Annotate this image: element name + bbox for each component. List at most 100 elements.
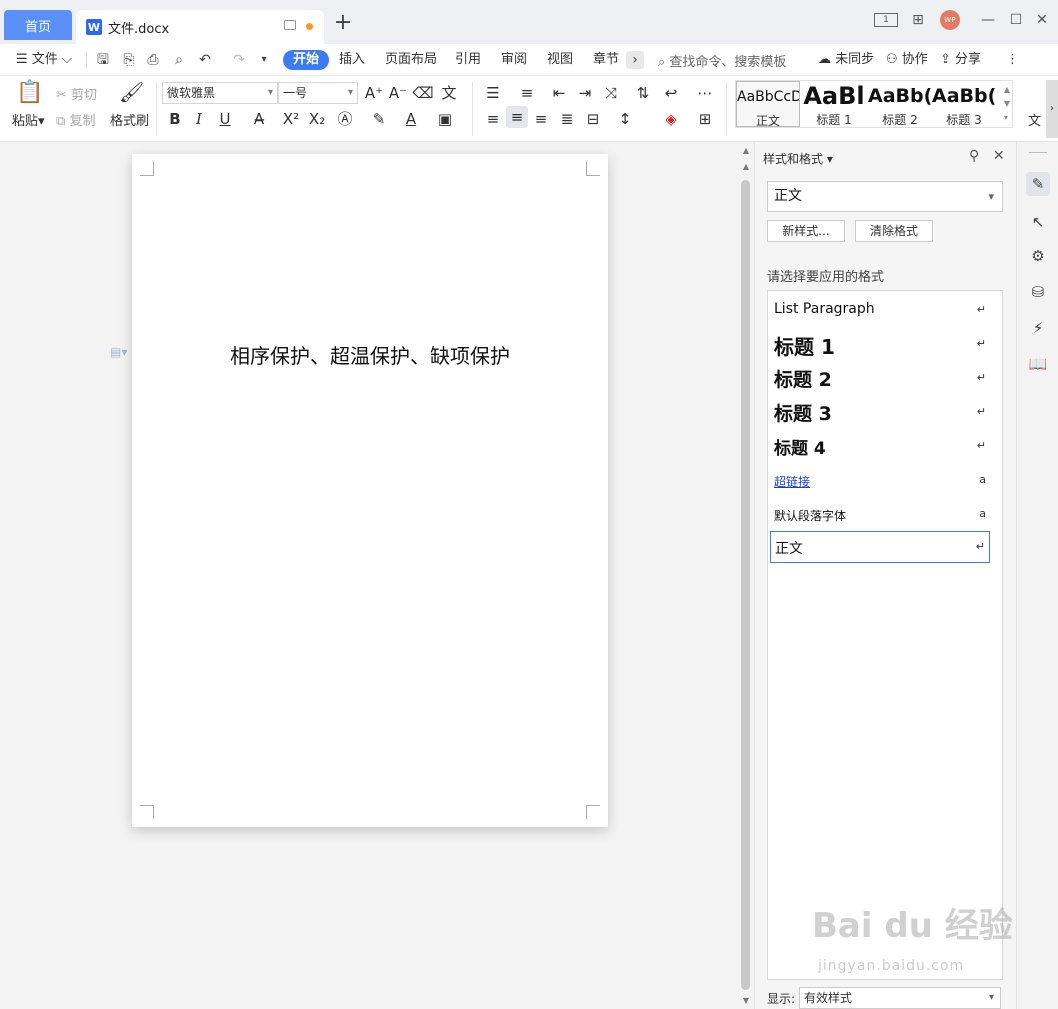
list-item[interactable]: 正文 ↵ (770, 531, 990, 563)
tab-stops-icon[interactable]: ⋯ (694, 82, 716, 104)
copy-button[interactable]: ⧉ 复制 (56, 110, 95, 129)
show-filter-select[interactable]: 有效样式 (799, 987, 1001, 1009)
subscript-icon[interactable]: X₂ (306, 108, 328, 130)
format-painter-button[interactable]: 格式刷 (110, 110, 149, 129)
maximize-icon[interactable]: ☐ (1008, 10, 1024, 30)
style-gallery-item[interactable]: AaBbCcDd 正文 (736, 81, 800, 127)
document-page[interactable]: 相序保护、超温保护、缺项保护 (132, 154, 608, 827)
style-pen-icon[interactable]: ✎ (1026, 172, 1050, 196)
style-gallery-item[interactable]: AaBl 标题 1 (802, 81, 866, 127)
paste-button[interactable]: 粘贴▾ (12, 110, 45, 129)
align-left-icon[interactable]: ≡ (482, 108, 504, 130)
avatar[interactable]: WP (940, 10, 960, 30)
numbered-list-icon[interactable]: ≡ (516, 82, 538, 104)
strikethrough-icon[interactable]: A̶ (248, 108, 270, 130)
list-item[interactable]: 标题 2 ↵ (770, 363, 990, 397)
ribbon-scroll-right-icon[interactable]: › (1046, 80, 1058, 138)
list-item[interactable]: List Paragraph ↵ (770, 295, 990, 327)
more-tabs-chevron-icon[interactable]: › (626, 51, 644, 69)
gallery-scroll-icon[interactable]: ▲ ▼ ▾ (1004, 83, 1010, 125)
increase-indent-icon[interactable]: ⇥ (574, 82, 596, 104)
print-icon[interactable]: ⎙ (144, 51, 162, 69)
energy-icon[interactable]: ⚡ (1026, 316, 1050, 340)
bold-icon[interactable]: B (164, 108, 186, 130)
close-window-icon[interactable]: ✕ (1034, 10, 1050, 30)
decrease-indent-icon[interactable]: ⇤ (548, 82, 570, 104)
export-pdf-icon[interactable]: ⎘ (120, 51, 138, 69)
justify-icon[interactable]: ≣ (556, 108, 578, 130)
new-style-button[interactable]: 新样式... (767, 220, 845, 242)
distributed-align-icon[interactable]: ⊟ (582, 108, 604, 130)
increase-font-icon[interactable]: A⁺ (363, 82, 385, 104)
list-item[interactable]: 标题 3 ↵ (770, 397, 990, 431)
show-marks-icon[interactable]: ↩ (660, 82, 682, 104)
print-preview-icon[interactable]: ⌕ (170, 51, 188, 69)
command-search[interactable]: ⌕ 查找命令、搜索模板 (658, 51, 786, 70)
list-item[interactable]: 标题 1 ↵ (770, 329, 990, 363)
scroll-down-icon[interactable]: ▼ (741, 996, 751, 1005)
file-menu[interactable]: ☰ 文件 ⌵ (16, 51, 72, 69)
tab-view[interactable]: 视图 (547, 51, 573, 69)
window-layout-icon[interactable]: 1 (874, 13, 898, 27)
character-border-icon[interactable]: ▣ (434, 108, 456, 130)
current-style-select[interactable]: 正文 (767, 181, 1003, 212)
select-cursor-icon[interactable]: ↖ (1026, 210, 1050, 234)
tab-references[interactable]: 引用 (455, 51, 481, 69)
decrease-font-icon[interactable]: A⁻ (387, 82, 409, 104)
more-options-icon[interactable]: ⋮ (1006, 51, 1019, 69)
clear-format-eraser-icon[interactable]: ⌫ (412, 82, 434, 104)
pin-icon[interactable]: ⚲ (969, 148, 979, 164)
tab-review[interactable]: 审阅 (501, 51, 527, 69)
font-color-icon[interactable]: A (400, 108, 422, 130)
italic-icon[interactable]: I (188, 108, 210, 130)
text-effect-icon[interactable]: Ⓐ (334, 108, 356, 130)
settings-sliders-icon[interactable]: ⚙ (1026, 244, 1050, 268)
list-item[interactable]: 超链接 a (770, 465, 990, 497)
tab-page-layout[interactable]: 页面布局 (385, 51, 437, 69)
undo-icon[interactable]: ↶ (196, 51, 214, 69)
chinese-layout-icon[interactable]: ⤨ (600, 82, 622, 104)
superscript-icon[interactable]: X² (280, 108, 302, 130)
clear-format-button[interactable]: 清除格式 (855, 220, 933, 242)
scroll-up-icon[interactable]: ▲ (741, 146, 751, 155)
line-spacing-icon[interactable]: ↕ (614, 108, 636, 130)
tab-insert[interactable]: 插入 (339, 51, 365, 69)
redo-icon[interactable]: ↷ (230, 51, 248, 69)
tab-start[interactable]: 开始 (283, 50, 330, 70)
format-painter-icon[interactable]: 🖌 (119, 80, 144, 104)
collaborate-button[interactable]: ⚇ 协作 (886, 51, 928, 69)
cut-button[interactable]: ✂ 剪切 (56, 84, 97, 103)
scroll-page-up-icon[interactable]: ▲ (741, 162, 751, 171)
shading-icon[interactable]: ◈ (660, 108, 682, 130)
document-paragraph[interactable]: 相序保护、超温保护、缺项保护 (132, 340, 608, 369)
document-tab[interactable]: W 文件.docx (76, 10, 324, 44)
align-center-icon[interactable]: ≡ (506, 106, 528, 128)
pane-title[interactable]: 样式和格式 ▾ (763, 150, 833, 167)
highlight-icon[interactable]: ✎ (368, 108, 390, 130)
sync-status-button[interactable]: ☁ 未同步 (818, 51, 874, 69)
customize-dropdown-icon[interactable]: ▾ (255, 51, 273, 69)
align-right-icon[interactable]: ≡ (530, 108, 552, 130)
vertical-scrollbar[interactable]: ▲ ▲ ▼ (738, 142, 754, 1009)
close-pane-icon[interactable]: ✕ (993, 148, 1005, 164)
apps-grid-icon[interactable]: ⊞ (908, 10, 928, 30)
paste-icon[interactable]: 📋 (16, 80, 43, 105)
bullet-list-icon[interactable]: ☰ (482, 82, 504, 104)
paragraph-options-icon[interactable]: ▤▾ (110, 345, 127, 359)
tab-chapter[interactable]: 章节 (593, 51, 619, 69)
reading-mode-icon[interactable]: 📖 (1026, 352, 1050, 376)
save-icon[interactable]: 🖫 (94, 51, 112, 69)
list-item[interactable]: 标题 4 ↵ (770, 431, 990, 465)
list-item[interactable]: 默认段落字体 a (770, 499, 990, 531)
new-tab-button[interactable]: + (332, 12, 354, 34)
sort-icon[interactable]: ⇅ (632, 82, 654, 104)
backup-icon[interactable]: ⛁ (1026, 280, 1050, 304)
phonetic-guide-icon[interactable]: 文 (438, 82, 460, 104)
monitor-icon[interactable] (284, 20, 296, 30)
style-gallery-item[interactable]: AaBb( 标题 3 (932, 81, 996, 127)
scrollbar-thumb[interactable] (741, 180, 750, 990)
font-family-select[interactable]: 微软雅黑 (162, 82, 278, 104)
share-button[interactable]: ⇪ 分享 (940, 51, 981, 69)
text-tools-button[interactable]: 文 (1028, 110, 1041, 129)
home-tab[interactable]: 首页 (4, 10, 72, 40)
